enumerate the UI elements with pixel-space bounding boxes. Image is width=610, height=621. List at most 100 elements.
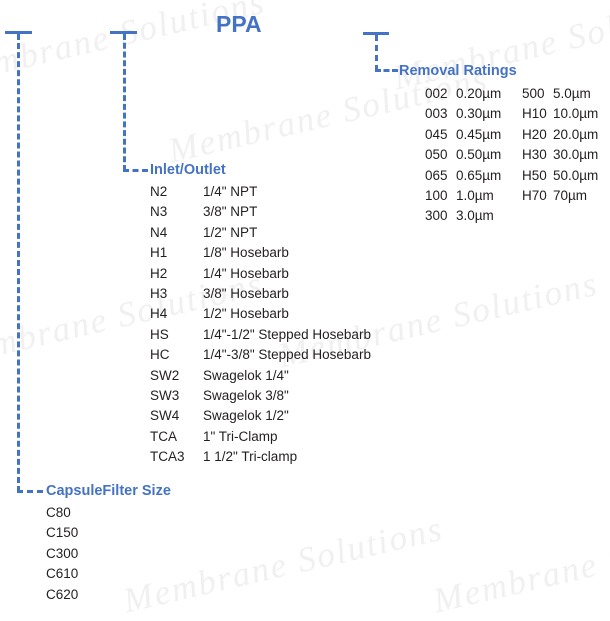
removal-rating-code: 002	[425, 86, 448, 101]
capsule-filter-size-row: C150	[46, 523, 78, 543]
inlet-outlet-branch-vertical-line	[123, 34, 126, 171]
watermark: Membrane Solutions	[429, 508, 610, 621]
inlet-outlet-description: Swagelok 3/8"	[203, 387, 289, 403]
capsule-branch-elbow-line	[17, 490, 43, 493]
removal-rating-description: 5.0µm	[553, 86, 591, 101]
removal-rating-code: H50	[522, 167, 547, 183]
removal-rating-description: 0.45µm	[456, 126, 502, 142]
inlet-outlet-row: TCA3 1 1/2" Tri-clamp	[150, 447, 371, 467]
inlet-outlet-row: HS 1/4"-1/2" Stepped Hosebarb	[150, 325, 371, 345]
removal-rating-description: 10.0µm	[553, 106, 599, 122]
removal-ratings-branch-vertical-line	[375, 35, 378, 71]
removal-rating-row: H50 50.0µm	[522, 166, 598, 186]
capsule-filter-size-row: C80	[46, 503, 78, 523]
removal-rating-code: 045	[425, 126, 448, 142]
removal-rating-row: H70 70µm	[522, 186, 598, 206]
removal-rating-description: 50.0µm	[553, 167, 599, 183]
capsule-filter-size-code: C610	[46, 566, 79, 582]
inlet-outlet-code: H1	[150, 245, 168, 261]
removal-rating-description: 0.50µm	[456, 147, 502, 163]
inlet-outlet-description: 1 1/2" Tri-clamp	[203, 449, 298, 465]
inlet-outlet-description: 1/2" Hosebarb	[203, 306, 289, 322]
inlet-outlet-row: SW2 Swagelok 1/4"	[150, 366, 371, 386]
inlet-outlet-description: 1/4" NPT	[203, 184, 258, 199]
inlet-outlet-description: 1/4" Hosebarb	[203, 265, 289, 281]
inlet-outlet-code: HS	[150, 326, 169, 342]
inlet-outlet-code: N2	[150, 184, 168, 199]
inlet-outlet-row: SW4 Swagelok 1/2"	[150, 406, 371, 426]
removal-rating-description: 20.0µm	[553, 126, 599, 142]
inlet-outlet-code: TCA	[150, 428, 177, 444]
capsule-filter-size-code: C300	[46, 545, 79, 561]
inlet-outlet-description: 1" Tri-Clamp	[203, 428, 278, 444]
removal-rating-row: H20 20.0µm	[522, 125, 598, 145]
removal-rating-row: 065 0.65µm	[425, 166, 501, 186]
inlet-outlet-label: Inlet/Outlet	[150, 162, 226, 178]
capsule-branch-vertical-line	[17, 34, 20, 492]
removal-rating-row: 050 0.50µm	[425, 145, 501, 165]
removal-rating-row: 045 0.45µm	[425, 125, 501, 145]
part-number-configurator-diagram: Membrane Solutions Membrane Solutions Me…	[0, 0, 610, 620]
inlet-outlet-row: TCA 1" Tri-Clamp	[150, 427, 371, 447]
inlet-outlet-code: TCA3	[150, 449, 185, 465]
capsule-filter-size-row: C620	[46, 585, 78, 605]
capsule-filter-size-code: C620	[46, 586, 79, 602]
removal-rating-description: 30.0µm	[553, 147, 599, 163]
removal-rating-code: 050	[425, 147, 448, 163]
capsule-filter-size-option-list: C80 C150 C300 C610 C620	[46, 503, 78, 605]
inlet-outlet-code: H4	[150, 306, 168, 322]
capsule-filter-size-row: C300	[46, 544, 78, 564]
removal-ratings-column-2: 500 5.0µm H10 10.0µm H20 20.0µm H30 30.0µm H50 50…	[522, 84, 598, 206]
inlet-outlet-row: H3 3/8" Hosebarb	[150, 284, 371, 304]
inlet-outlet-description: 1/4"-3/8" Stepped Hosebarb	[203, 347, 371, 363]
inlet-outlet-code: H2	[150, 265, 168, 281]
removal-rating-description: 0.20µm	[456, 86, 502, 101]
removal-rating-description: 0.65µm	[456, 167, 502, 183]
inlet-outlet-row: HC 1/4"-3/8" Stepped Hosebarb	[150, 345, 371, 365]
removal-rating-description: 1.0µm	[456, 187, 494, 203]
inlet-outlet-description: 3/8" Hosebarb	[203, 285, 289, 301]
removal-ratings-branch-elbow-line	[375, 69, 398, 72]
removal-rating-code: 065	[425, 167, 448, 183]
inlet-outlet-row: H1 1/8" Hosebarb	[150, 243, 371, 263]
inlet-outlet-code: N3	[150, 204, 168, 220]
removal-rating-row: 300 3.0µm	[425, 206, 501, 226]
inlet-outlet-description: Swagelok 1/2"	[203, 408, 289, 424]
removal-rating-description: 70µm	[553, 187, 588, 203]
removal-ratings-column-1: 002 0.20µm 003 0.30µm 045 0.45µm 050 0.50µm 065 0…	[425, 84, 501, 227]
removal-rating-code: 003	[425, 106, 448, 122]
inlet-outlet-description: 1/2" NPT	[203, 224, 258, 240]
inlet-outlet-row: N4 1/2" NPT	[150, 223, 371, 243]
removal-rating-code: 100	[425, 187, 448, 203]
capsule-filter-size-label: CapsuleFilter Size	[46, 483, 171, 499]
removal-ratings-label: Removal Ratings	[399, 63, 517, 79]
removal-rating-code: H20	[522, 126, 547, 142]
capsule-filter-size-row: C610	[46, 564, 78, 584]
capsule-filter-size-code: C150	[46, 525, 79, 541]
removal-rating-row: 500 5.0µm	[522, 84, 598, 104]
inlet-outlet-row: H4 1/2" Hosebarb	[150, 304, 371, 324]
removal-rating-code: 500	[522, 86, 545, 101]
inlet-outlet-code: N4	[150, 224, 168, 240]
capsule-filter-size-code: C80	[46, 505, 71, 520]
removal-rating-code: H10	[522, 106, 547, 122]
inlet-outlet-description: 1/4"-1/2" Stepped Hosebarb	[203, 326, 371, 342]
inlet-outlet-code: SW4	[150, 408, 180, 424]
removal-rating-code: H30	[522, 147, 547, 163]
inlet-outlet-code: SW2	[150, 367, 180, 383]
removal-rating-description: 3.0µm	[456, 208, 494, 224]
inlet-outlet-row: N3 3/8" NPT	[150, 202, 371, 222]
inlet-outlet-code: HC	[150, 347, 170, 363]
removal-rating-row: 100 1.0µm	[425, 186, 501, 206]
inlet-outlet-row: H2 1/4" Hosebarb	[150, 264, 371, 284]
watermark: Membrane Solutions	[119, 508, 447, 621]
inlet-outlet-branch-elbow-line	[123, 169, 148, 172]
page-title: PPA	[216, 11, 262, 37]
removal-rating-row: 002 0.20µm	[425, 84, 501, 104]
inlet-outlet-description: Swagelok 1/4"	[203, 367, 289, 383]
inlet-outlet-row: N2 1/4" NPT	[150, 182, 371, 202]
inlet-outlet-row: SW3 Swagelok 3/8"	[150, 386, 371, 406]
inlet-outlet-code: H3	[150, 285, 168, 301]
inlet-outlet-code: SW3	[150, 387, 180, 403]
removal-rating-code: H70	[522, 187, 547, 203]
